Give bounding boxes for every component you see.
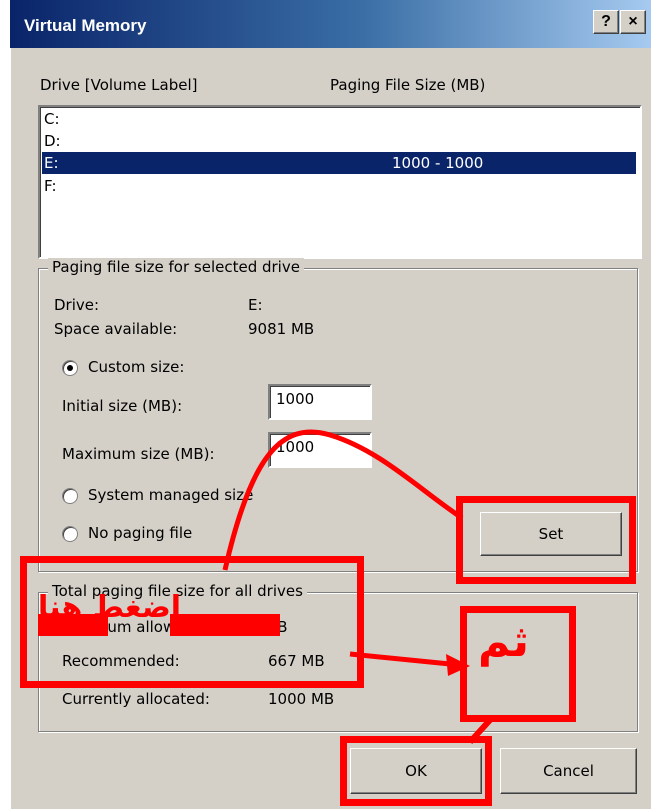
- annotation-press-here-text: إضغط هنا: [38, 590, 182, 625]
- arrow-to-then: [349, 651, 451, 667]
- annotation-box-set: [456, 496, 636, 584]
- curved-arrow-to-set: [222, 429, 464, 571]
- annotation-box-ok: [340, 736, 492, 806]
- annotation-then-text: ثم: [478, 616, 530, 667]
